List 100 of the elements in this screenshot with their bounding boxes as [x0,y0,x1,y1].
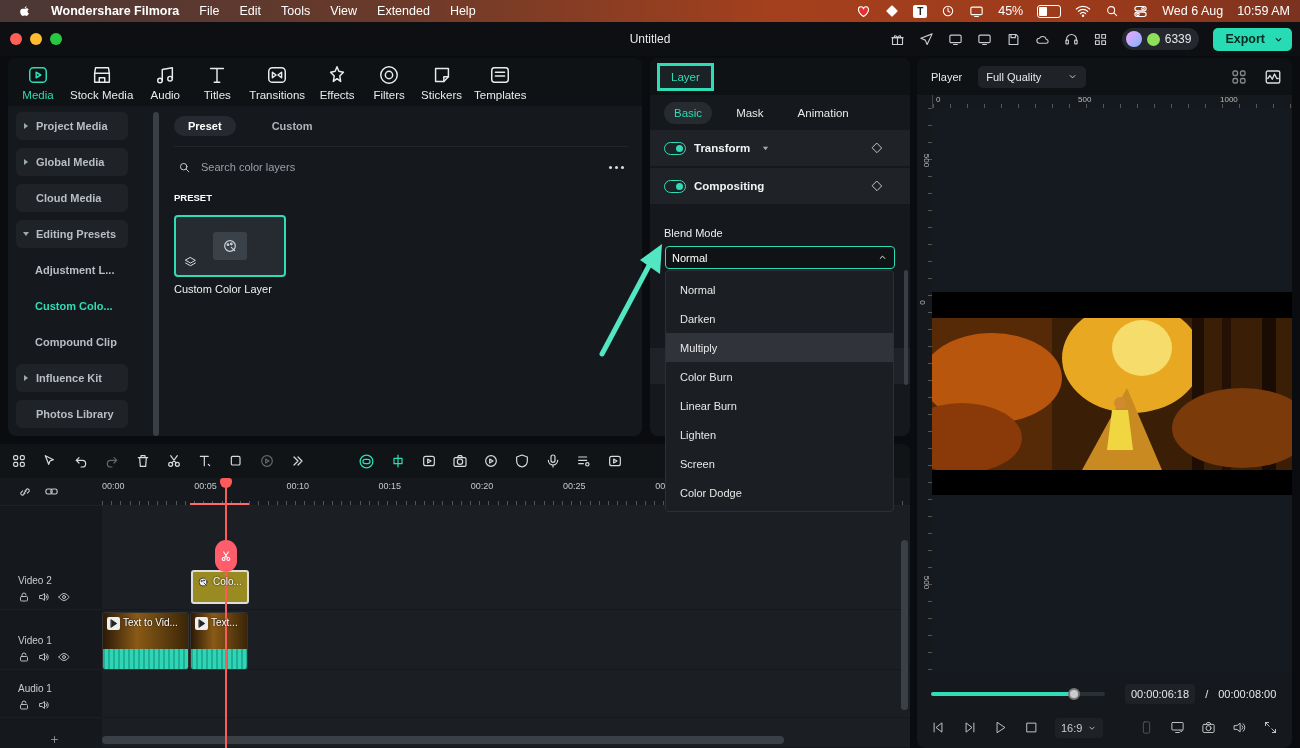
snap-icon[interactable] [390,453,406,469]
library-tab[interactable]: Preset [174,116,236,136]
grid-icon[interactable] [11,453,27,469]
apps-icon[interactable] [1092,31,1108,47]
audio-icon[interactable] [38,651,50,663]
caret-icon[interactable] [22,158,30,166]
credits-badge[interactable]: 6339 [1121,28,1200,50]
audio-icon[interactable] [38,699,50,711]
video-clip[interactable]: Text to Vid... [102,612,189,670]
diamond-icon[interactable] [885,4,900,18]
eye-icon[interactable] [58,651,70,663]
search-icon[interactable] [1105,4,1120,18]
export-button[interactable]: Export [1213,27,1292,51]
fullscreen-icon[interactable] [1263,720,1278,735]
lock-icon[interactable] [18,699,30,711]
menu-option[interactable]: Darken [666,304,893,333]
keyframe-icon[interactable] [870,179,884,193]
audio-icon[interactable] [38,591,50,603]
delete-icon[interactable] [135,453,151,469]
add-track-icon[interactable] [50,735,59,744]
playback-icon[interactable] [483,453,499,469]
wifi-icon[interactable] [1075,3,1092,19]
sidebar-item[interactable]: Adjustment L... [16,256,128,284]
property-tab[interactable]: Animation [787,101,859,124]
media-tab[interactable]: Templates [470,63,531,101]
record-icon[interactable] [452,453,468,469]
menu-item[interactable]: Extended [377,4,430,18]
clock-icon[interactable] [941,4,956,18]
menu-option[interactable]: Color Burn [666,362,893,391]
zoom-button[interactable] [50,33,62,45]
horizontal-scrollbar[interactable] [102,736,784,744]
sidebar-item[interactable]: Compound Clip [16,328,128,356]
keyframe-icon[interactable] [870,141,884,155]
text-tool-icon[interactable] [197,453,213,469]
sidebar-item[interactable]: Photos Library [16,400,128,428]
preset-card[interactable] [174,215,286,277]
apple-icon[interactable] [18,4,31,18]
search-field[interactable]: Search color layers [199,160,597,174]
media-tab[interactable]: Filters [365,63,414,101]
aspect-dropdown[interactable]: 16:9 [1055,717,1103,738]
stop-icon[interactable] [1024,720,1039,735]
robot-icon[interactable] [358,452,375,470]
media-tab[interactable]: Effects [313,63,362,101]
media-tab[interactable]: Stock Media [66,63,138,101]
save-icon[interactable] [1005,31,1021,47]
close-button[interactable] [10,33,22,45]
lock-icon[interactable] [18,591,30,603]
microphone-icon[interactable] [545,453,561,469]
menu-option[interactable]: Lighten [666,420,893,449]
battery-icon[interactable] [1037,4,1062,18]
menu-item[interactable]: Help [449,4,476,18]
blend-mode-dropdown[interactable]: Normal [665,246,895,269]
menu-time[interactable]: 10:59 AM [1237,4,1290,18]
menu-date[interactable]: Wed 6 Aug [1162,4,1224,18]
menu-item[interactable]: File [199,4,220,18]
layout-icon[interactable] [976,31,992,47]
app-menu[interactable]: Wondershare Filmora [51,4,180,18]
caret-icon[interactable] [22,230,30,238]
eye-icon[interactable] [58,591,70,603]
crop-icon[interactable] [228,453,244,469]
heart-icon[interactable] [856,3,872,19]
caret-icon[interactable] [762,144,770,152]
volume-icon[interactable] [1232,720,1247,735]
sidebar-item[interactable]: Project Media [16,112,128,140]
media-tab[interactable]: Transitions [245,63,310,101]
media-tab[interactable]: Media [14,63,62,101]
menu-option[interactable]: Multiply [666,333,893,362]
display-icon[interactable] [1170,720,1185,735]
property-tab[interactable]: Mask [726,101,774,124]
control-center-icon[interactable] [1133,3,1149,19]
screen-icon[interactable] [947,31,963,47]
display-icon[interactable] [969,3,985,19]
send-icon[interactable] [918,31,934,47]
tray-icon[interactable]: T [913,4,928,18]
menu-item[interactable]: View [330,4,358,18]
shield-icon[interactable] [514,453,530,469]
snapshot-icon[interactable] [1201,720,1216,735]
menu-option[interactable]: Linear Burn [666,391,893,420]
sidebar-item[interactable]: Editing Presets [16,220,128,248]
sidebar-item[interactable]: Custom Colo... [16,292,128,320]
playhead-handle[interactable] [220,478,232,488]
media-tab[interactable]: Titles [193,63,242,101]
scissors-icon[interactable] [166,453,182,469]
property-tab[interactable]: Basic [664,101,713,124]
headset-icon[interactable] [1063,31,1079,47]
audio-list-icon[interactable] [576,453,592,469]
section-header[interactable]: Transform [650,130,910,166]
render-icon[interactable] [607,453,623,469]
media-tab[interactable]: Audio [141,63,190,101]
library-tab[interactable]: Custom [257,116,327,136]
caret-icon[interactable] [22,374,30,382]
sidebar-item[interactable]: Global Media [16,148,128,176]
menu-option[interactable]: Normal [666,275,893,304]
scope-icon[interactable] [1264,67,1282,86]
vertical-scrollbar[interactable] [901,540,908,710]
minimize-button[interactable] [30,33,42,45]
caret-icon[interactable] [22,122,30,130]
split-button[interactable] [215,540,237,572]
section-header[interactable]: Compositing [650,168,910,204]
quality-dropdown[interactable]: Full Quality [978,65,1087,88]
